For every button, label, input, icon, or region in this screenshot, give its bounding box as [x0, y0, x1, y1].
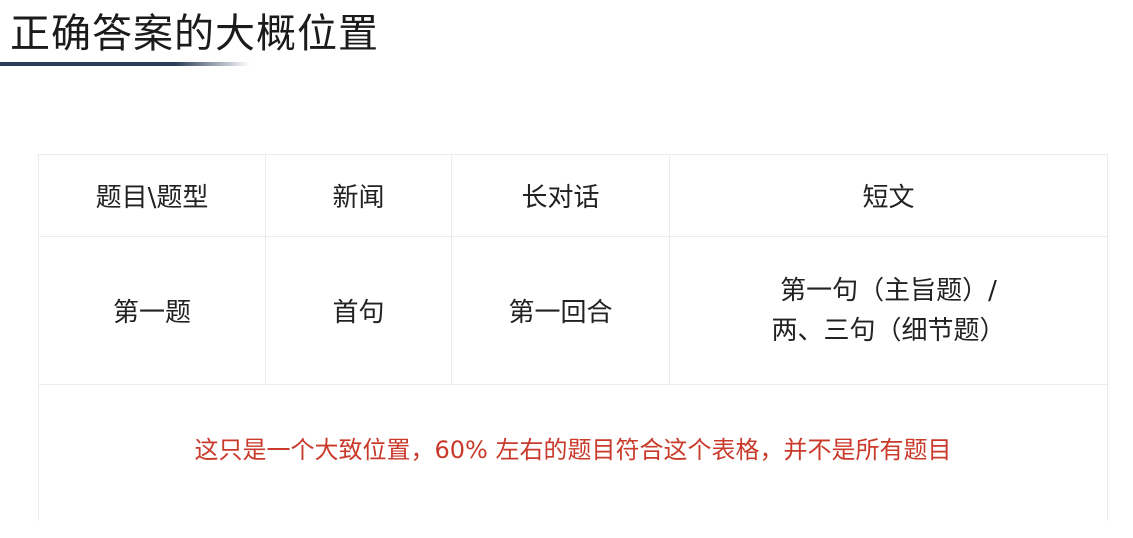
title-underline: [0, 62, 250, 66]
cell-passage-line-2: 两、三句（细节题）: [771, 315, 1006, 346]
header-question-type: 题目\题型: [38, 154, 266, 237]
cell-long-dialogue: 第一回合: [451, 236, 670, 385]
answer-position-table: 题目\题型 新闻 长对话 短文 第一题 首句 第一回合 第一句（主旨题）/ 两、…: [38, 154, 1108, 521]
header-passage: 短文: [669, 154, 1108, 237]
row-label-first-question: 第一题: [38, 236, 266, 385]
table-row: 第一题 首句 第一回合 第一句（主旨题）/ 两、三句（细节题）: [38, 236, 1108, 385]
header-news: 新闻: [265, 154, 452, 237]
cell-news: 首句: [265, 236, 452, 385]
cell-passage: 第一句（主旨题）/ 两、三句（细节题）: [669, 236, 1108, 385]
header-long-dialogue: 长对话: [451, 154, 670, 237]
page-title: 正确答案的大概位置: [10, 11, 379, 57]
table-note-row: 这只是一个大致位置，60% 左右的题目符合这个表格，并不是所有题目: [38, 384, 1108, 521]
cell-passage-line-1: 第一句（主旨题）/: [780, 275, 997, 306]
table-header-row: 题目\题型 新闻 长对话 短文: [38, 154, 1108, 237]
note-cell: 这只是一个大致位置，60% 左右的题目符合这个表格，并不是所有题目: [38, 384, 1108, 521]
note-text: 这只是一个大致位置，60% 左右的题目符合这个表格，并不是所有题目: [194, 435, 952, 464]
